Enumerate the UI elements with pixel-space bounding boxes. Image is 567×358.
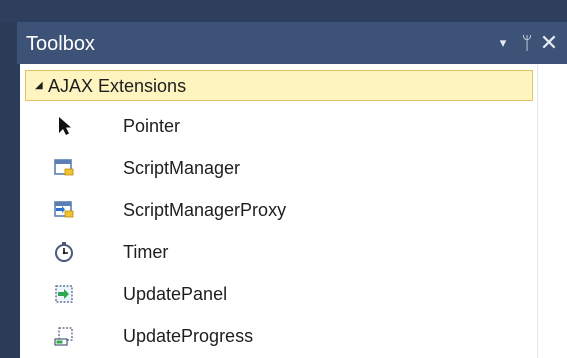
timer-icon [55,242,73,262]
toolbox-content: ◢ AJAX Extensions Pointer ScriptManager [17,64,567,358]
tool-item-updateprogress[interactable]: UpdateProgress [25,316,533,356]
toolbox-title: Toolbox [26,33,95,55]
dropdown-arrow-icon[interactable]: ▾ [493,31,513,55]
group-label: AJAX Extensions [48,76,187,96]
top-strip [0,0,567,22]
tool-label: ScriptManager [123,158,241,178]
scroll-area[interactable] [537,64,567,358]
pointer-icon [59,117,71,135]
tool-label: UpdateProgress [123,326,254,346]
tool-item-updatepanel[interactable]: UpdatePanel [25,274,533,314]
title-buttons: ▾ ᛘ ✕ [487,31,567,55]
tool-item-scriptmanagerproxy[interactable]: ScriptManagerProxy [25,190,533,230]
pin-icon[interactable]: ᛘ [517,31,537,55]
script-manager-proxy-icon [54,201,74,218]
tool-item-scriptmanager[interactable]: ScriptManager [25,148,533,188]
tool-label: Pointer [123,116,181,136]
tool-item-timer[interactable]: Timer [25,232,533,272]
group-header-ajax-extensions[interactable]: ◢ AJAX Extensions [25,70,533,101]
expanded-triangle-icon[interactable]: ◢ [35,78,45,94]
toolbox-window: Toolbox ▾ ᛘ ✕ ◢ AJAX Extensions Pointer [17,22,567,358]
tool-item-pointer[interactable]: Pointer [25,106,533,146]
script-manager-icon [54,159,74,176]
tool-label: ScriptManagerProxy [123,200,287,220]
close-icon[interactable]: ✕ [539,31,559,55]
tool-label: UpdatePanel [123,284,228,304]
tool-label: Timer [123,242,169,262]
update-progress-icon [54,327,73,346]
toolbox-titlebar[interactable]: Toolbox ▾ ᛘ ✕ [17,22,567,64]
update-panel-icon [55,285,73,303]
left-rail [17,64,20,358]
ide-frame: Toolbox ▾ ᛘ ✕ ◢ AJAX Extensions Pointer [0,0,567,358]
